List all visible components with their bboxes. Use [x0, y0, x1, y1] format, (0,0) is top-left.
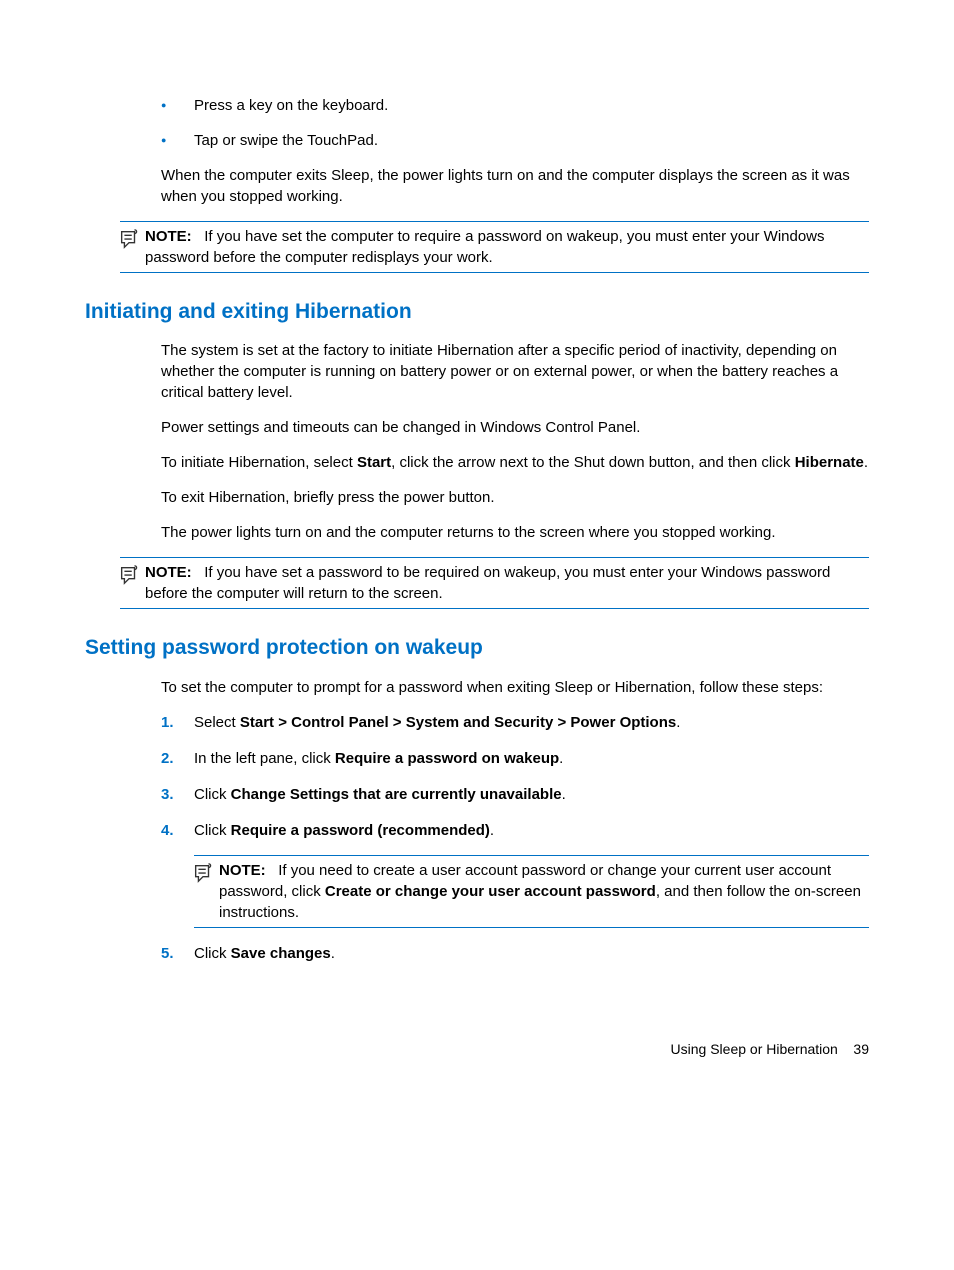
bullet-text: Tap or swipe the TouchPad. — [194, 132, 378, 149]
page-number: 39 — [853, 1041, 869, 1057]
note-box: NOTE: If you have set the computer to re… — [120, 221, 869, 273]
note-icon — [118, 228, 140, 250]
numbered-list: Select Start > Control Panel > System an… — [161, 712, 869, 964]
paragraph: The power lights turn on and the compute… — [161, 522, 869, 543]
footer-text: Using Sleep or Hibernation — [671, 1041, 838, 1057]
note-label: NOTE: — [219, 862, 266, 879]
bullet-text: Press a key on the keyboard. — [194, 97, 388, 114]
note-text: If you have set a password to be require… — [145, 564, 830, 602]
section-heading: Setting password protection on wakeup — [85, 633, 869, 662]
document-page: Press a key on the keyboard. Tap or swip… — [0, 0, 954, 1120]
list-item: In the left pane, click Require a passwo… — [161, 748, 869, 769]
paragraph: Power settings and timeouts can be chang… — [161, 417, 869, 438]
list-item: Click Change Settings that are currently… — [161, 784, 869, 805]
top-bullet-list: Press a key on the keyboard. Tap or swip… — [161, 95, 869, 207]
page-footer: Using Sleep or Hibernation 39 — [671, 1040, 869, 1060]
list-item: Select Start > Control Panel > System an… — [161, 712, 869, 733]
list-item: Click Require a password (recommended). … — [161, 820, 869, 928]
paragraph: To initiate Hibernation, select Start, c… — [161, 452, 869, 473]
note-label: NOTE: — [145, 564, 192, 581]
section-body: The system is set at the factory to init… — [161, 340, 869, 543]
note-box: NOTE: If you need to create a user accou… — [194, 855, 869, 928]
section-heading: Initiating and exiting Hibernation — [85, 297, 869, 326]
paragraph: The system is set at the factory to init… — [161, 340, 869, 403]
list-item: Tap or swipe the TouchPad. — [161, 130, 869, 151]
paragraph: To set the computer to prompt for a pass… — [161, 677, 869, 698]
paragraph: To exit Hibernation, briefly press the p… — [161, 487, 869, 508]
section-body: To set the computer to prompt for a pass… — [161, 677, 869, 964]
note-icon — [192, 862, 214, 884]
note-box: NOTE: If you have set a password to be r… — [120, 557, 869, 609]
list-item: Click Save changes. — [161, 943, 869, 964]
list-item: Press a key on the keyboard. — [161, 95, 869, 116]
note-text: If you have set the computer to require … — [145, 228, 825, 266]
note-icon — [118, 564, 140, 586]
note-label: NOTE: — [145, 228, 192, 245]
paragraph: When the computer exits Sleep, the power… — [161, 165, 869, 207]
